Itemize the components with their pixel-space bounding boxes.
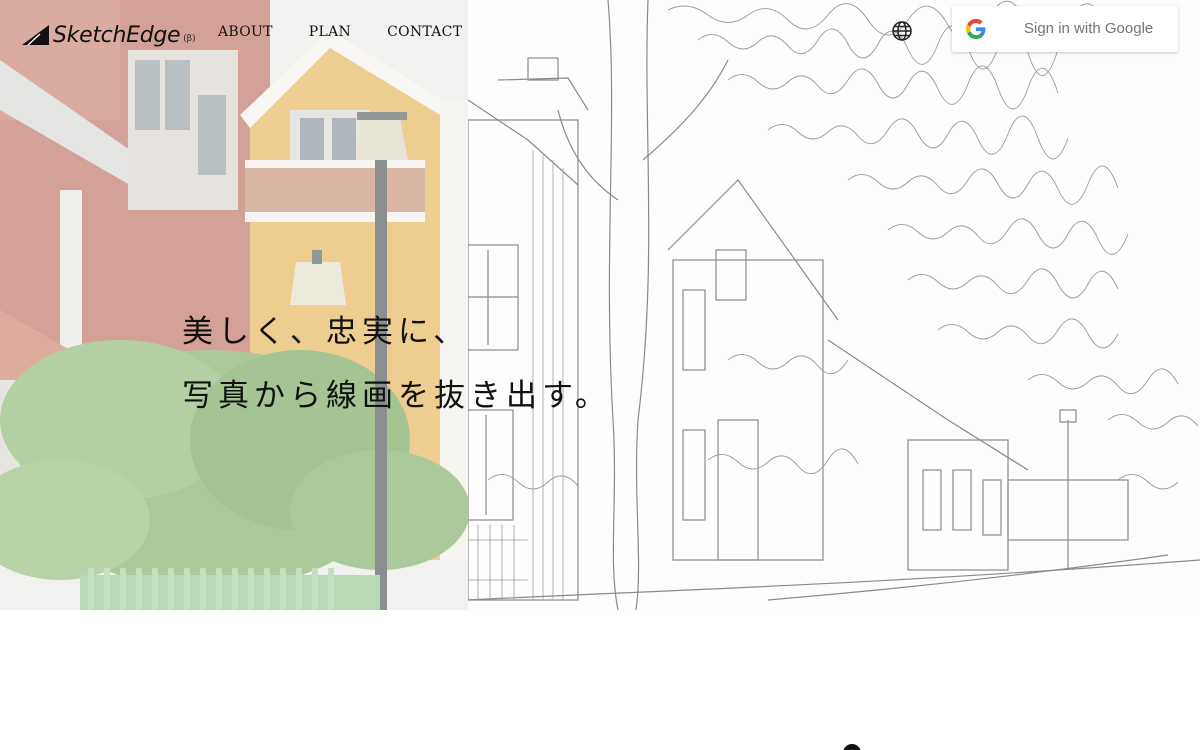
site-header: SketchEdge (β) ABOUT PLAN CONTACT Sign i… bbox=[0, 0, 1200, 64]
google-sign-in-button[interactable]: Sign in with Google bbox=[952, 6, 1178, 52]
brand-name: SketchEdge bbox=[53, 23, 181, 48]
google-sign-in-label: Sign in with Google bbox=[1024, 20, 1154, 37]
nav-plan-link[interactable]: PLAN bbox=[309, 22, 351, 42]
hero-headline-line2: 写真から線画を抜き出す。 bbox=[182, 378, 611, 414]
main-nav: ABOUT PLAN CONTACT bbox=[218, 22, 462, 42]
nav-about-link[interactable]: ABOUT bbox=[218, 22, 273, 42]
hero-headline-line1: 美しく、忠実に、 bbox=[182, 314, 470, 350]
nav-contact-link[interactable]: CONTACT bbox=[387, 22, 462, 42]
brand-logo[interactable]: SketchEdge (β) bbox=[22, 18, 196, 50]
section-decoration-dot bbox=[843, 744, 861, 750]
hero-headline: 美しく、忠実に、 写真から線画を抜き出す。 bbox=[182, 300, 611, 428]
logo-mark-icon bbox=[22, 25, 49, 46]
google-g-icon bbox=[966, 19, 986, 39]
globe-icon[interactable] bbox=[891, 20, 913, 42]
brand-beta-badge: (β) bbox=[183, 34, 196, 44]
